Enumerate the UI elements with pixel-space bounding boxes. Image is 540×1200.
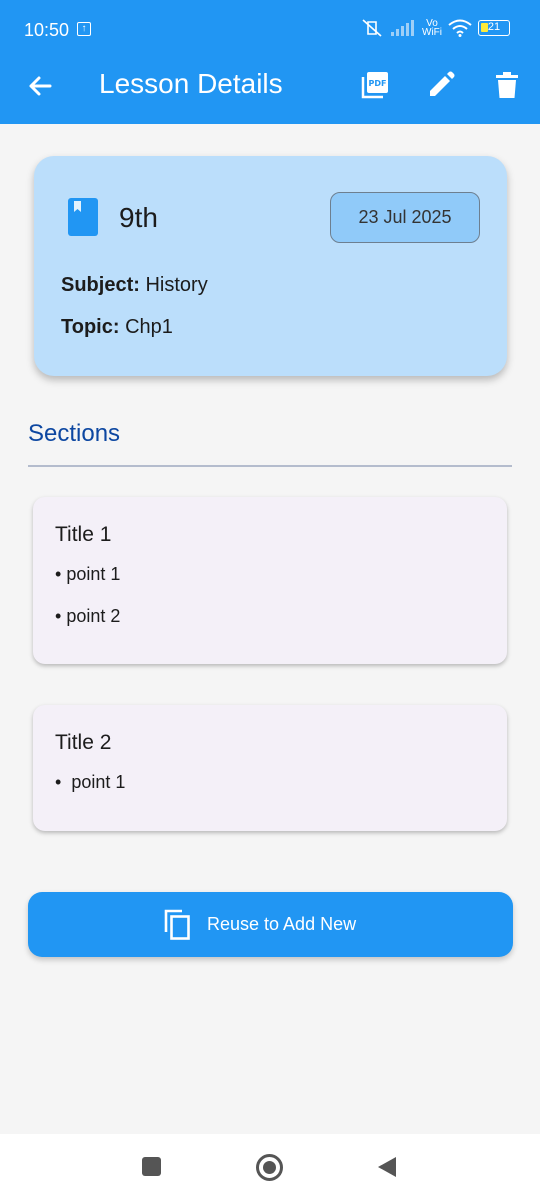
mute-vibrate-icon (362, 19, 382, 37)
section-point: • point 1 (55, 564, 121, 584)
lesson-grade: 9th (119, 202, 158, 233)
delete-icon[interactable] (493, 70, 523, 100)
subject-row: Subject: History (61, 274, 208, 297)
vowifi-bottom: WiFi (422, 27, 442, 38)
edit-icon[interactable] (426, 70, 456, 100)
section-title: Title 2 (55, 731, 112, 754)
pdf-icon[interactable]: PDF (360, 70, 390, 100)
section-card: Title 2 • point 1 (33, 705, 507, 831)
signal-icon (391, 20, 414, 36)
recents-button[interactable] (142, 1157, 161, 1176)
section-point-text: point 2 (66, 606, 121, 626)
system-back-icon[interactable] (377, 1156, 397, 1178)
section-point: • point 1 (55, 772, 126, 792)
section-card: Title 1 • point 1 • point 2 (33, 497, 507, 664)
subject-value: History (145, 274, 208, 296)
copy-icon (164, 909, 190, 940)
section-point: • point 2 (55, 606, 121, 626)
section-point-text: point 1 (71, 772, 126, 792)
topic-row: Topic: Chp1 (61, 316, 173, 339)
lesson-info-card: 9th 23 Jul 2025 Subject: History Topic: … (34, 156, 507, 376)
lesson-date-chip: 23 Jul 2025 (330, 192, 480, 243)
sections-heading: Sections (28, 420, 121, 447)
topic-label: Topic: (61, 316, 120, 338)
book-icon (68, 198, 98, 236)
subject-label: Subject: (61, 274, 140, 296)
vowifi-indicator: Vo WiFi (422, 19, 442, 38)
wifi-icon (448, 19, 472, 37)
battery-level: 21 (487, 21, 501, 33)
page-title: Lesson Details (99, 68, 283, 99)
battery-icon: 21 (478, 20, 510, 36)
system-nav-bar (0, 1134, 540, 1200)
section-point-text: point 1 (66, 564, 121, 584)
status-icons: Vo WiFi 21 (360, 18, 510, 38)
status-bar: 10:50 ↑ Vo WiFi 21 (0, 0, 540, 60)
section-title: Title 1 (55, 523, 112, 546)
reuse-button-label: Reuse to Add New (207, 914, 357, 934)
svg-text:PDF: PDF (369, 79, 387, 88)
back-arrow-icon[interactable] (24, 70, 56, 102)
reuse-to-add-new-button[interactable]: Reuse to Add New (28, 892, 513, 957)
upload-notification-icon: ↑ (77, 22, 91, 36)
status-time: 10:50 (24, 20, 70, 40)
app-bar: Lesson Details PDF (0, 60, 540, 124)
home-button[interactable] (256, 1154, 283, 1181)
sections-divider (28, 465, 512, 467)
topic-value: Chp1 (125, 316, 173, 338)
